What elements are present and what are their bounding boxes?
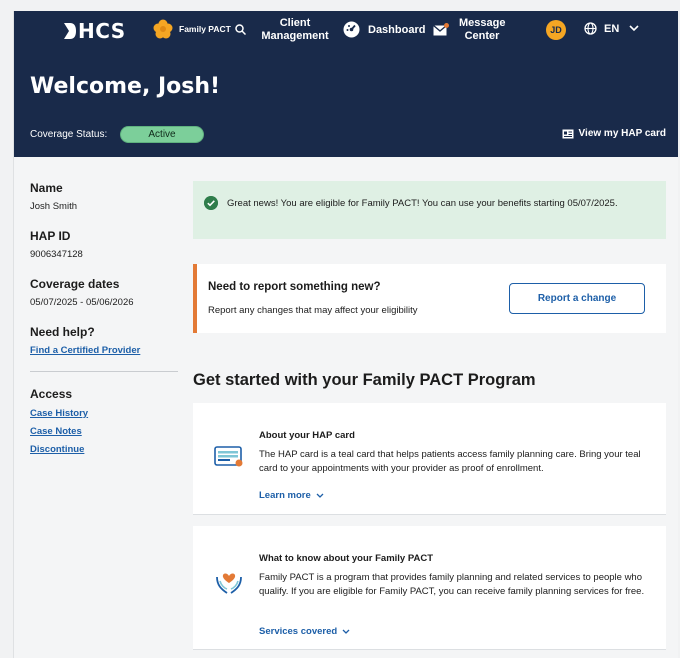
card-title: About your HAP card (259, 430, 355, 441)
learn-more-link[interactable]: Learn more (259, 490, 324, 501)
dashboard-label: Dashboard (368, 23, 426, 36)
nav-family-pact[interactable]: Family PACT (153, 19, 246, 39)
find-provider-link[interactable]: Find a Certified Provider (30, 345, 180, 356)
page-title: Welcome, Josh! (30, 74, 221, 99)
learn-more-label: Learn more (259, 490, 311, 501)
mail-icon (433, 23, 449, 36)
dashboard-icon (343, 21, 360, 38)
hap-card-link-label: View my HAP card (578, 128, 666, 139)
alert-message: Great news! You are eligible for Family … (227, 198, 618, 209)
report-change-button[interactable]: Report a change (509, 283, 645, 314)
discontinue-link[interactable]: Discontinue (30, 444, 180, 455)
hap-id-label: HAP ID (30, 229, 71, 243)
coverage-status-label: Coverage Status: (30, 129, 108, 140)
need-help-label: Need help? (30, 325, 95, 339)
view-hap-card-link[interactable]: View my HAP card (562, 128, 666, 139)
logo-text: HCS (78, 19, 126, 43)
access-label: Access (30, 387, 73, 401)
message-center-label: Message Center (459, 17, 506, 42)
language-selector[interactable]: EN (584, 22, 639, 35)
chevron-down-icon (342, 629, 350, 634)
nav-dashboard[interactable]: Dashboard (343, 21, 425, 38)
sidebar-divider (30, 371, 178, 372)
family-pact-info-card: What to know about your Family PACT Fami… (193, 526, 666, 650)
section-title: Get started with your Family PACT Progra… (193, 371, 536, 389)
app-window: HCS Family PACT Client Management Dashbo… (13, 11, 678, 658)
hcs-logo[interactable]: HCS (63, 19, 126, 43)
coverage-dates-label: Coverage dates (30, 277, 120, 291)
top-nav: HCS Family PACT Client Management Dashbo… (14, 11, 678, 49)
nav-message-center[interactable]: Message Center (433, 17, 505, 43)
status-badge: Active (120, 126, 204, 143)
card-title: What to know about your Family PACT (259, 553, 433, 564)
hap-id-value: 9006347128 (30, 249, 83, 260)
card-body: The HAP card is a teal card that helps p… (259, 449, 641, 474)
case-notes-link[interactable]: Case Notes (30, 426, 180, 437)
logo-mark-icon (64, 23, 76, 39)
family-pact-label: Family PACT (179, 24, 231, 34)
id-card-icon (214, 446, 243, 467)
services-covered-link[interactable]: Services covered (259, 626, 350, 637)
search-icon[interactable] (235, 23, 246, 35)
coverage-dates-value: 05/07/2025 - 05/06/2026 (30, 297, 134, 308)
language-label: EN (604, 22, 620, 35)
user-avatar[interactable]: JD (546, 20, 566, 40)
chevron-down-icon (629, 25, 639, 32)
flower-icon (153, 19, 173, 39)
report-change-panel: Need to report something new? Report any… (193, 264, 666, 333)
eligibility-alert: Great news! You are eligible for Family … (193, 181, 666, 239)
case-history-link[interactable]: Case History (30, 408, 180, 419)
check-circle-icon (204, 196, 218, 210)
card-body: Family PACT is a program that provides f… (259, 572, 645, 597)
services-covered-label: Services covered (259, 626, 338, 637)
chevron-down-icon (316, 493, 324, 498)
nav-client-management[interactable]: Client Management (258, 17, 332, 43)
id-card-icon (562, 129, 574, 138)
report-heading: Need to report something new? (208, 281, 381, 293)
caring-hands-icon (216, 573, 242, 594)
report-subtext: Report any changes that may affect your … (208, 305, 418, 316)
client-sidebar: Name Josh Smith HAP ID 9006347128 Covera… (30, 181, 180, 455)
name-label: Name (30, 181, 63, 195)
welcome-banner: Welcome, Josh! Coverage Status: Active V… (14, 49, 678, 157)
name-value: Josh Smith (30, 201, 77, 212)
hap-card-info-card: About your HAP card The HAP card is a te… (193, 403, 666, 515)
globe-icon (584, 22, 597, 35)
